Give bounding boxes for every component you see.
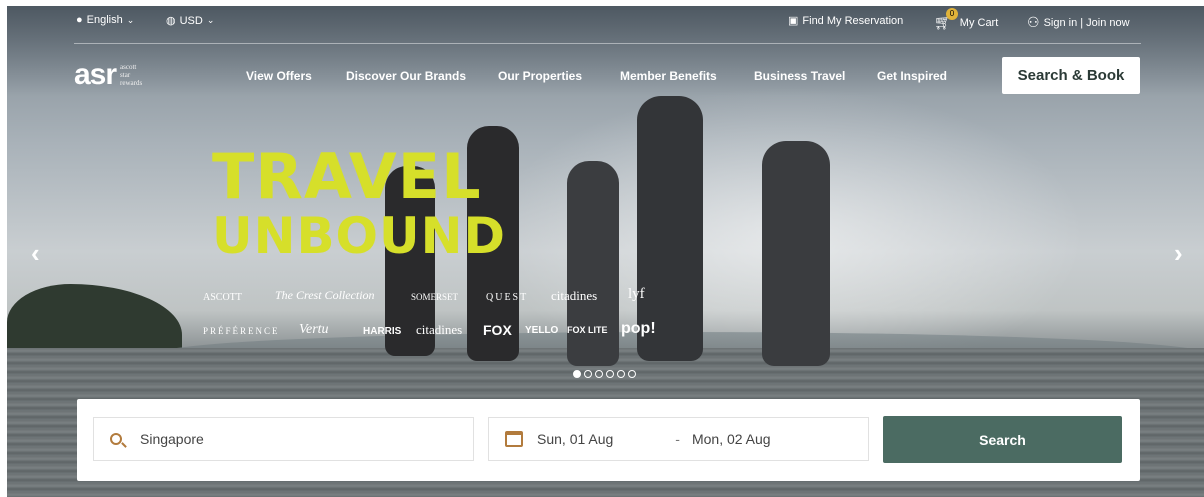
account-label: Sign in | Join now: [1043, 16, 1130, 29]
check-out-date[interactable]: Mon, 02 Aug: [692, 431, 771, 447]
brand-logo-somerset: SOMERSET: [411, 292, 459, 302]
currency-icon: ◍: [166, 15, 176, 27]
brand-logo-pop: pop!: [621, 320, 656, 337]
brand-logo-vertu: Vertu: [299, 322, 329, 337]
account-link[interactable]: ⚇ Sign in | Join now: [1027, 14, 1130, 31]
person-silhouette: [567, 161, 619, 366]
cart-icon: 🛒︎ 0: [934, 8, 958, 31]
language-selector[interactable]: ● English ⌄: [76, 14, 134, 26]
find-reservation-label: Find My Reservation: [802, 14, 904, 27]
site-logo[interactable]: asr ascott star rewards: [74, 58, 142, 92]
brand-logo-ascott: ASCOTT: [203, 292, 242, 303]
logo-subtitle-line: star: [120, 71, 131, 79]
language-label: English: [86, 14, 123, 26]
search-and-book-button[interactable]: Search & Book: [1002, 57, 1140, 94]
find-reservation-link[interactable]: ▣ Find My Reservation: [788, 14, 904, 28]
brand-logo-fox-lite: FOX LITE: [567, 325, 608, 335]
search-button[interactable]: Search: [883, 416, 1122, 463]
currency-selector[interactable]: ◍ USD ⌄: [166, 14, 215, 28]
carousel-prev-icon[interactable]: ‹: [31, 238, 40, 269]
date-separator: -: [675, 431, 680, 447]
carousel-dot[interactable]: [573, 370, 581, 378]
island-silhouette: [7, 284, 182, 354]
nav-business-travel[interactable]: Business Travel: [754, 69, 845, 83]
brand-logo-lyf: lyf: [628, 286, 645, 302]
logo-subtitle-line: rewards: [120, 79, 143, 87]
chevron-down-icon: ⌄: [126, 14, 135, 25]
hero-headline-line-2: UNBOUND: [212, 207, 507, 265]
nav-get-inspired[interactable]: Get Inspired: [877, 69, 947, 83]
brand-logo-citadines-connect: citadines: [416, 322, 463, 337]
calendar-check-icon: ▣: [788, 15, 799, 27]
nav-our-properties[interactable]: Our Properties: [498, 69, 582, 83]
brand-logo-citadines: citadines: [551, 288, 598, 303]
carousel-dot[interactable]: [584, 370, 592, 378]
person-silhouette: [762, 141, 830, 366]
logo-subtitle: ascott star rewards: [120, 63, 142, 87]
brand-logo-harris: HARRIS: [363, 326, 402, 337]
calendar-icon: [505, 431, 523, 447]
date-range-field[interactable]: Sun, 01 Aug - Mon, 02 Aug: [488, 417, 869, 461]
cart-count-badge: 0: [946, 8, 958, 20]
brand-logo-crest-collection: The Crest Collection: [275, 288, 375, 302]
booking-search-panel: Singapore Sun, 01 Aug - Mon, 02 Aug Sear…: [77, 399, 1140, 481]
cart-label: My Cart: [959, 16, 999, 29]
carousel-dot[interactable]: [606, 370, 614, 378]
destination-field[interactable]: Singapore: [93, 417, 474, 461]
brand-logo-fox: FOX: [483, 322, 512, 338]
nav-discover-brands[interactable]: Discover Our Brands: [346, 69, 466, 83]
currency-label: USD: [179, 14, 203, 27]
user-icon: ⚇: [1027, 14, 1040, 30]
carousel-dot[interactable]: [595, 370, 603, 378]
carousel-dot[interactable]: [617, 370, 625, 378]
check-in-date[interactable]: Sun, 01 Aug: [537, 431, 613, 447]
header-divider: [74, 43, 1141, 44]
brand-logo-preference: PRÉFÉRENCE: [203, 326, 280, 336]
carousel-indicators: [573, 370, 636, 378]
carousel-next-icon[interactable]: ›: [1174, 238, 1183, 269]
chevron-down-icon: ⌄: [206, 15, 215, 25]
nav-member-benefits[interactable]: Member Benefits: [620, 69, 717, 83]
utility-bar: ● English ⌄ ◍ USD ⌄ ▣ Find My Reservatio…: [0, 0, 1204, 44]
destination-value: Singapore: [140, 431, 204, 447]
carousel-dot[interactable]: [628, 370, 636, 378]
brand-logo-quest: QUEST: [486, 292, 529, 303]
nav-view-offers[interactable]: View Offers: [246, 69, 312, 83]
search-icon: [110, 433, 122, 445]
cart-link[interactable]: 🛒︎ 0 My Cart: [934, 8, 999, 31]
globe-icon: ●: [76, 14, 83, 26]
logo-wordmark: asr: [74, 58, 117, 91]
brand-logo-yello: YELLO: [525, 325, 559, 336]
hero-headline-line-1: TRAVEL: [212, 140, 482, 213]
logo-subtitle-line: ascott: [120, 63, 137, 71]
